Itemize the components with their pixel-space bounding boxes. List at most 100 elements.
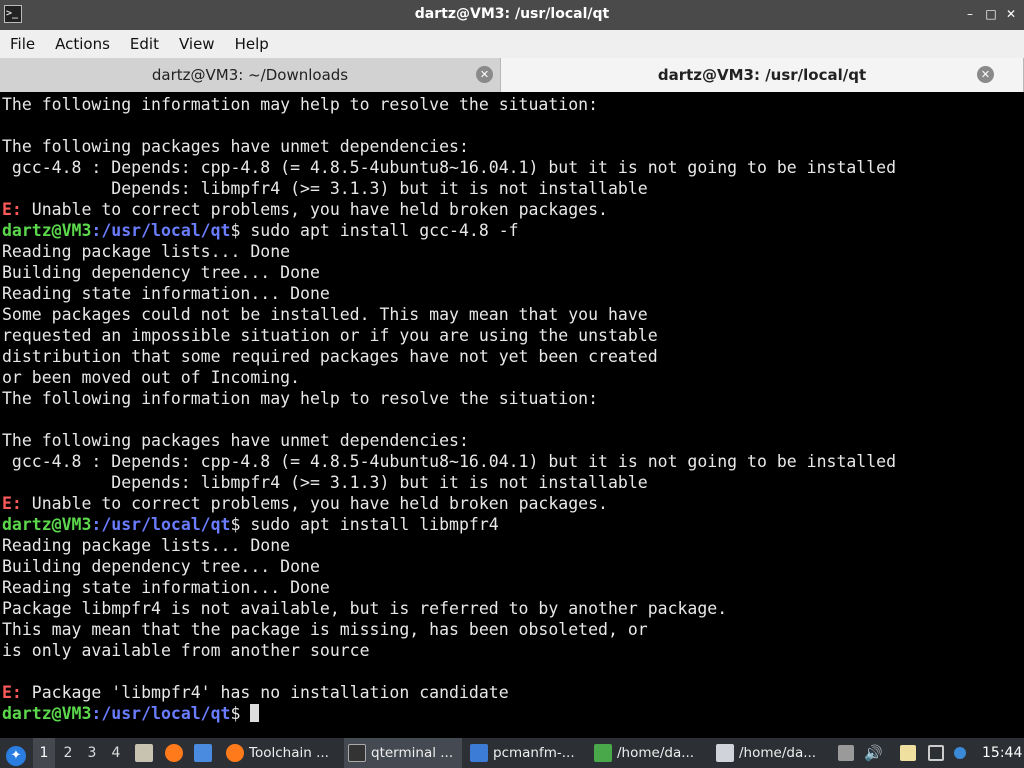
terminal-line: gcc-4.8 : Depends: cpp-4.8 (= 4.8.5-4ubu… <box>2 452 897 471</box>
menu-view[interactable]: View <box>179 35 215 53</box>
maximize-button[interactable]: □ <box>983 6 999 22</box>
tab-close-icon[interactable]: ✕ <box>977 66 994 83</box>
firefox-icon <box>165 744 183 762</box>
firefox-icon <box>226 744 244 762</box>
clock[interactable]: 15:44 <box>982 738 1022 768</box>
clipboard-icon <box>900 745 916 761</box>
terminal-line: dartz@VM3:/usr/local/qt$ <box>2 703 1024 724</box>
terminal-line: Depends: libmpfr4 (>= 3.1.3) but it is n… <box>2 179 648 198</box>
terminal-line: Reading package lists... Done <box>2 242 291 261</box>
task-featherpad[interactable]: /home/da... <box>712 738 830 768</box>
task-label: /home/da... <box>617 745 695 761</box>
terminal-output[interactable]: The following information may help to re… <box>0 93 1024 738</box>
terminal-line: dartz@VM3:/usr/local/qt$ sudo apt instal… <box>2 220 1024 241</box>
terminal-line: distribution that some required packages… <box>2 347 658 366</box>
error-prefix: E: <box>2 683 22 702</box>
prompt-separator: : <box>91 221 102 240</box>
text-editor-icon <box>594 744 612 762</box>
workspace-2[interactable]: 2 <box>57 738 79 768</box>
tab-usr-local-qt[interactable]: dartz@VM3: /usr/local/qt ✕ <box>501 58 1024 92</box>
menu-file[interactable]: File <box>10 35 35 53</box>
prompt-separator: : <box>91 515 102 534</box>
update-notifier-icon <box>954 747 966 759</box>
task-firefox[interactable]: Toolchain ... <box>222 738 340 768</box>
terminal-line: Reading state information... Done <box>2 578 330 597</box>
workspace-4[interactable]: 4 <box>105 738 127 768</box>
task-qterminal[interactable]: qterminal ... <box>344 738 462 768</box>
command-text <box>240 704 250 723</box>
window-titlebar[interactable]: >_ dartz@VM3: /usr/local/qt – □ ✕ <box>0 0 1024 30</box>
tray-updates[interactable] <box>954 738 966 768</box>
tab-close-icon[interactable]: ✕ <box>476 66 493 83</box>
terminal-line: dartz@VM3:/usr/local/qt$ sudo apt instal… <box>2 514 1024 535</box>
prompt-dollar: $ <box>230 221 241 240</box>
command-text: sudo apt install libmpfr4 <box>240 515 499 534</box>
task-label: pcmanfm-... <box>493 745 575 761</box>
prompt-separator: : <box>91 704 102 723</box>
prompt-user: dartz@VM3 <box>2 515 92 534</box>
terminal-line: The following information may help to re… <box>2 389 599 408</box>
tray-clipboard[interactable] <box>900 738 916 768</box>
error-prefix: E: <box>2 200 22 219</box>
network-icon <box>928 745 944 761</box>
terminal-line: gcc-4.8 : Depends: cpp-4.8 (= 4.8.5-4ubu… <box>2 158 897 177</box>
terminal-line: is only available from another source <box>2 641 370 660</box>
menu-help[interactable]: Help <box>235 35 269 53</box>
task-label: Toolchain ... <box>249 745 329 761</box>
prompt-user: dartz@VM3 <box>2 221 92 240</box>
terminal-line: E: Unable to correct problems, you have … <box>2 493 1024 514</box>
terminal-icon <box>348 744 366 762</box>
tab-label: dartz@VM3: ~/Downloads <box>151 66 349 84</box>
menu-edit[interactable]: Edit <box>130 35 159 53</box>
keyboard-icon <box>838 745 854 761</box>
terminal-line: Building dependency tree... Done <box>2 557 320 576</box>
tray-keyboard[interactable] <box>838 738 854 768</box>
terminal-line: The following information may help to re… <box>2 95 599 114</box>
terminal-line: requested an impossible situation or if … <box>2 326 658 345</box>
task-label: qterminal ... <box>371 745 454 761</box>
start-menu-icon: ✦ <box>6 745 26 766</box>
quicklaunch-files[interactable] <box>135 738 153 768</box>
close-window-button[interactable]: ✕ <box>1003 6 1019 22</box>
terminal-line: Package libmpfr4 is not available, but i… <box>2 599 728 618</box>
tray-volume[interactable]: 🔊 <box>864 738 883 768</box>
tab-label: dartz@VM3: /usr/local/qt <box>657 66 867 84</box>
workspace-3[interactable]: 3 <box>81 738 103 768</box>
terminal-line: This may mean that the package is missin… <box>2 620 648 639</box>
featherpad-icon <box>716 744 734 762</box>
error-message: Unable to correct problems, you have hel… <box>21 494 608 513</box>
terminal-line: E: Unable to correct problems, you have … <box>2 199 1024 220</box>
terminal-line: E: Package 'libmpfr4' has no installatio… <box>2 682 1024 703</box>
terminal-line: The following packages have unmet depend… <box>2 137 469 156</box>
task-text-editor[interactable]: /home/da... <box>590 738 708 768</box>
terminal-line: or been moved out of Incoming. <box>2 368 301 387</box>
prompt-path: /usr/local/qt <box>101 515 231 534</box>
volume-icon: 🔊 <box>864 744 883 762</box>
workspace-1[interactable]: 1 <box>33 738 55 768</box>
minimize-button[interactable]: – <box>962 6 978 22</box>
task-label: /home/da... <box>739 745 817 761</box>
error-prefix: E: <box>2 494 22 513</box>
prompt-dollar: $ <box>230 704 241 723</box>
tray-network[interactable] <box>928 738 944 768</box>
prompt-dollar: $ <box>230 515 241 534</box>
quicklaunch-firefox[interactable] <box>165 738 183 768</box>
menu-actions[interactable]: Actions <box>55 35 110 53</box>
terminal-line: Some packages could not be installed. Th… <box>2 305 648 324</box>
error-message: Unable to correct problems, you have hel… <box>21 200 608 219</box>
window-title: dartz@VM3: /usr/local/qt <box>414 6 610 22</box>
quicklaunch-desktop[interactable] <box>194 738 212 768</box>
taskbar: ✦ 1 2 3 4 Toolchain ... qterminal ... pc… <box>0 738 1024 768</box>
folder-icon <box>470 744 488 762</box>
terminal-line: Reading state information... Done <box>2 284 330 303</box>
terminal-cursor <box>250 704 260 722</box>
task-pcmanfm[interactable]: pcmanfm-... <box>466 738 584 768</box>
tab-downloads[interactable]: dartz@VM3: ~/Downloads ✕ <box>0 58 501 92</box>
command-text: sudo apt install gcc-4.8 -f <box>240 221 519 240</box>
start-menu-button[interactable]: ✦ <box>6 738 26 768</box>
terminal-line: Building dependency tree... Done <box>2 263 320 282</box>
terminal-line: The following packages have unmet depend… <box>2 431 469 450</box>
prompt-path: /usr/local/qt <box>101 221 231 240</box>
prompt-path: /usr/local/qt <box>101 704 231 723</box>
